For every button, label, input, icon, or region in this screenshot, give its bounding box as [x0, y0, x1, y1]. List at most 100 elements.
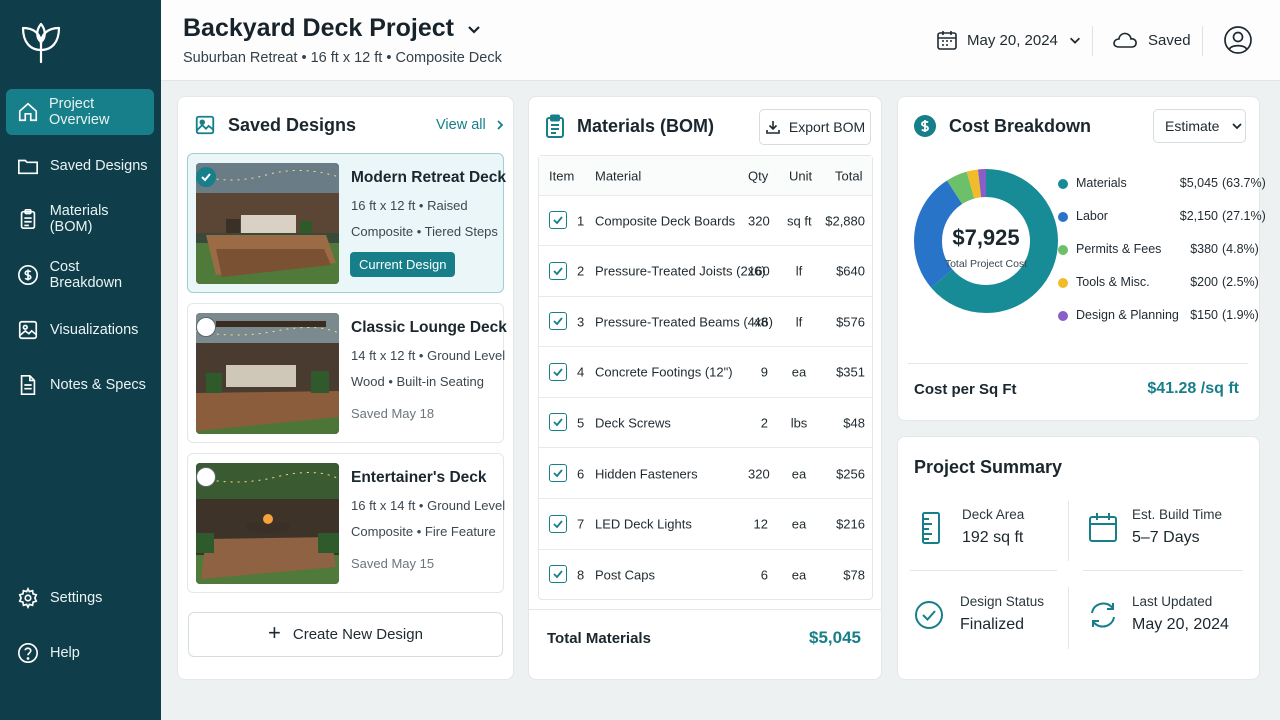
row-checkbox[interactable] [549, 514, 567, 533]
nav-label: Cost Breakdown [49, 259, 123, 291]
legend-name: Materials [1076, 176, 1127, 190]
design-material: Composite • Tiered Steps [351, 224, 498, 239]
chevron-down-icon [1069, 37, 1080, 44]
leaf-logo-icon [21, 22, 61, 64]
export-label: Export BOM [788, 119, 866, 135]
nav-label: Saved Designs [50, 158, 148, 174]
gear-icon [16, 586, 40, 610]
row-number: 5 [577, 415, 585, 431]
legend-percent: (4.8%) [1222, 242, 1259, 256]
row-qty: 48 [753, 314, 768, 330]
row-number: 3 [577, 314, 585, 330]
nav-label: Materials (BOM) [49, 203, 109, 235]
legend-amount: $380 [1190, 242, 1218, 256]
deck-area-value: 192 sq ft [962, 529, 1024, 546]
save-status-label: Saved [1148, 31, 1191, 49]
design-thumbnail [196, 463, 339, 584]
view-all-label: View all [436, 117, 486, 133]
view-all-link[interactable]: View all [436, 117, 506, 133]
nav-label: Project Overview [49, 96, 110, 128]
estimate-label: Estimate [1165, 118, 1220, 134]
row-qty: 9 [760, 364, 768, 380]
row-unit: lf [795, 314, 803, 330]
table-row: 1 Composite Deck Boards 320 sq ft $2,880 [539, 196, 872, 246]
design-select-radio[interactable] [196, 317, 216, 337]
nav-help[interactable]: Help [6, 630, 154, 676]
clipboard-icon [16, 207, 40, 231]
dollar-circle-icon [16, 263, 40, 287]
summary-design-status: Design Status Finalized [914, 594, 1084, 664]
design-card-modern-retreat[interactable]: Modern Retreat Deck 16 ft x 12 ft • Rais… [187, 153, 506, 293]
legend-amount: $2,150 [1179, 209, 1218, 223]
cost-per-sqft-label: Cost per Sq Ft [914, 381, 1017, 398]
row-qty: 12 [753, 516, 768, 532]
row-checkbox[interactable] [549, 211, 567, 229]
refresh-icon [1091, 602, 1115, 628]
row-number: 4 [577, 364, 585, 380]
row-checkbox[interactable] [549, 464, 567, 482]
divider [910, 570, 1057, 571]
col-unit: Unit [789, 168, 813, 183]
nav-notes-specs[interactable]: Notes & Specs [6, 362, 154, 408]
nav-label: Help [50, 645, 80, 661]
project-subtitle: Suburban Retreat • 16 ft x 12 ft • Compo… [183, 50, 502, 66]
summary-deck-area: Deck Area 192 sq ft [918, 507, 1088, 577]
saved-designs-card: Saved Designs View all Modern Retreat De [177, 96, 514, 680]
table-row: 7 LED Deck Lights 12 ea $216 [539, 500, 872, 550]
date-picker[interactable]: May 20, 2024 [935, 28, 1090, 52]
design-select-radio[interactable] [196, 167, 216, 187]
row-number: 7 [577, 516, 585, 532]
nav-materials-bom[interactable]: Materials (BOM) [6, 196, 154, 242]
design-specs: 14 ft x 12 ft • Ground Level [351, 348, 506, 363]
nav-project-overview[interactable]: Project Overview [6, 89, 154, 135]
check-circle-icon [915, 601, 943, 629]
project-title-dropdown[interactable]: Backyard Deck Project [183, 14, 482, 43]
current-design-badge: Current Design [350, 252, 456, 277]
row-total: $78 [843, 567, 865, 583]
nav-cost-breakdown[interactable]: Cost Breakdown [6, 252, 154, 298]
nav-saved-designs[interactable]: Saved Designs [6, 143, 154, 189]
row-checkbox[interactable] [549, 312, 567, 331]
summary-last-updated: Last Updated May 20, 2024 [1088, 594, 1258, 664]
row-total: $48 [843, 415, 865, 431]
design-specs: 16 ft x 12 ft • Raised [351, 198, 468, 213]
clipboard-icon [546, 114, 564, 138]
design-select-radio[interactable] [196, 467, 216, 487]
legend-name: Tools & Misc. [1076, 275, 1150, 289]
row-checkbox[interactable] [549, 261, 567, 280]
nav-settings[interactable]: Settings [6, 575, 154, 621]
user-avatar-icon[interactable] [1223, 25, 1253, 55]
cloud-icon [1113, 32, 1137, 48]
design-card-classic-lounge[interactable]: Classic Lounge Deck 14 ft x 12 ft • Grou… [187, 303, 507, 443]
row-material: LED Deck Lights [595, 516, 692, 532]
row-checkbox[interactable] [549, 565, 567, 584]
row-qty: 320 [748, 213, 770, 228]
legend-item: Permits & Fees $380 (4.8%) [1058, 240, 1259, 260]
legend-amount: $150 [1190, 308, 1218, 322]
table-row: 5 Deck Screws 2 lbs $48 [539, 398, 872, 449]
col-item: Item [549, 168, 575, 183]
row-qty: 2 [760, 415, 768, 431]
create-new-design-button[interactable]: + Create New Design [188, 612, 503, 657]
estimate-dropdown[interactable]: Estimate [1153, 109, 1246, 143]
row-material: Concrete Footings (12") [595, 364, 733, 380]
row-unit: ea [791, 567, 807, 583]
project-summary-card: Project Summary Deck Area 192 sq ft Est.… [897, 436, 1260, 680]
chevron-down-icon [468, 25, 480, 34]
create-label: Create New Design [292, 626, 423, 643]
legend-item: Materials $5,045 (63.7%) [1058, 174, 1266, 194]
row-checkbox[interactable] [549, 362, 567, 381]
total-materials-label: Total Materials [547, 630, 651, 647]
export-bom-button[interactable]: Export BOM [759, 109, 871, 145]
header: Backyard Deck Project Suburban Retreat •… [161, 0, 1280, 81]
design-card-entertainers[interactable]: Entertainer's Deck 16 ft x 14 ft • Groun… [187, 453, 506, 593]
date-value: May 20, 2024 [967, 31, 1058, 49]
nav-visualizations[interactable]: Visualizations [6, 307, 154, 353]
row-unit: ea [791, 364, 807, 380]
design-specs: 16 ft x 14 ft • Ground Level [351, 498, 506, 513]
dollar-circle-icon [914, 115, 936, 137]
plus-icon: + [268, 620, 281, 645]
home-icon [16, 100, 39, 124]
divider [1068, 501, 1069, 561]
row-checkbox[interactable] [549, 413, 567, 432]
